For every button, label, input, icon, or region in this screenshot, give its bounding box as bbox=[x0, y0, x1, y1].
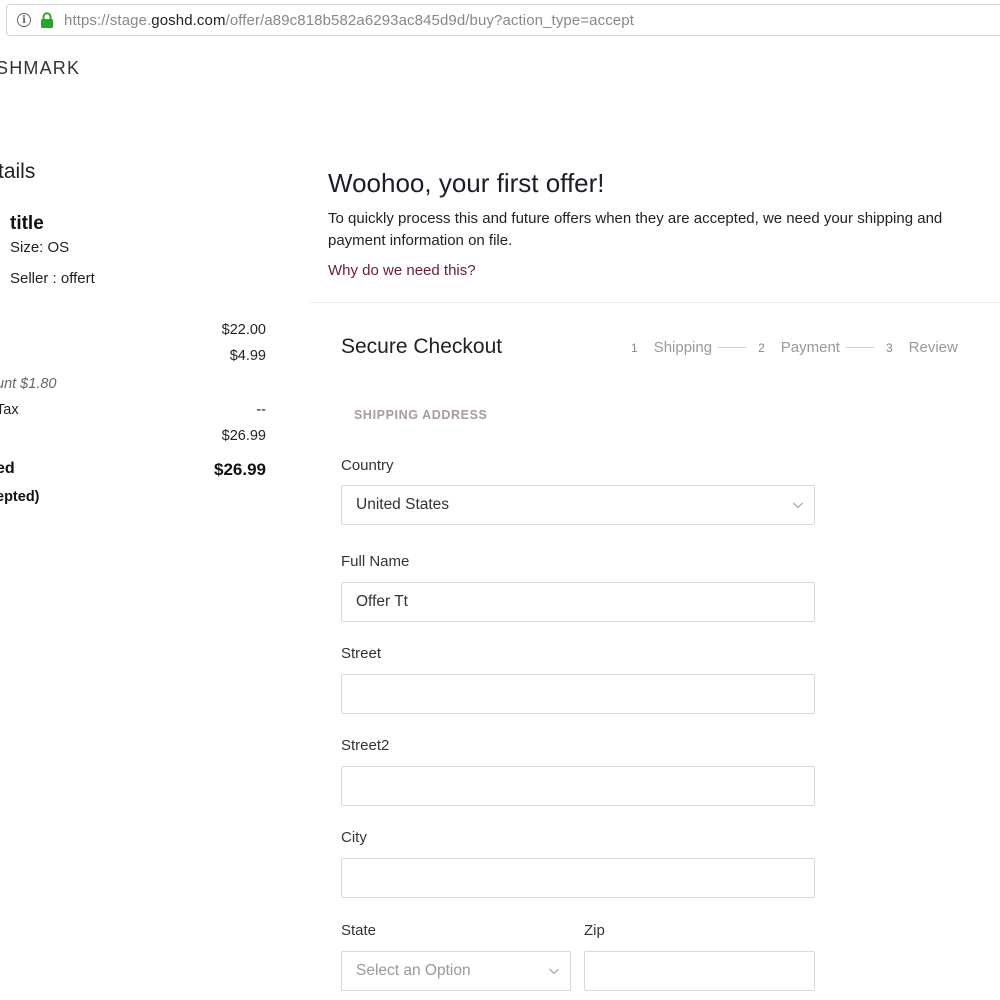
city-input[interactable] bbox=[341, 858, 815, 898]
summary-row-label: Tax bbox=[0, 402, 19, 418]
zip-input[interactable] bbox=[584, 951, 815, 991]
item-title: title bbox=[10, 213, 44, 234]
chevron-down-icon bbox=[549, 968, 559, 975]
summary-row-value: -- bbox=[256, 402, 266, 418]
step-number: 3 bbox=[885, 340, 893, 355]
city-label: City bbox=[341, 829, 367, 846]
street-input[interactable] bbox=[341, 674, 815, 714]
step-connector bbox=[718, 347, 747, 348]
summary-total-value: $26.99 bbox=[214, 460, 266, 479]
street-label: Street bbox=[341, 645, 382, 662]
step-review[interactable]: Review bbox=[909, 339, 958, 356]
step-shipping[interactable]: Shipping bbox=[654, 339, 712, 356]
zip-label: Zip bbox=[584, 922, 605, 939]
country-value: United States bbox=[356, 496, 450, 513]
street2-label: Street2 bbox=[341, 737, 390, 754]
country-select[interactable]: United States bbox=[341, 485, 815, 525]
summary-discount: unt $1.80 bbox=[0, 376, 57, 392]
checkout-steps: 1 Shipping 2 Payment 3 Review bbox=[631, 339, 958, 356]
page-title: Woohoo, your first offer! bbox=[328, 168, 605, 198]
section-divider bbox=[310, 302, 1000, 303]
state-select[interactable]: Select an Option bbox=[341, 951, 571, 991]
summary-row-price: $22.00 bbox=[0, 322, 266, 338]
summary-row-tax: Tax -- bbox=[0, 402, 266, 418]
shipping-address-heading: SHIPPING ADDRESS bbox=[354, 408, 488, 422]
street2-input[interactable] bbox=[341, 766, 815, 806]
summary-row-shipping: $4.99 bbox=[0, 348, 266, 364]
item-size: Size: OS bbox=[10, 239, 70, 256]
summary-row-value: $4.99 bbox=[229, 348, 266, 364]
summary-row-subtotal: $26.99 bbox=[0, 428, 266, 444]
summary-row-value: $26.99 bbox=[221, 428, 266, 444]
intro-text: To quickly process this and future offer… bbox=[328, 210, 943, 249]
checkout-title: Secure Checkout bbox=[341, 335, 503, 358]
item-seller: Seller : offert bbox=[10, 270, 95, 287]
state-label: State bbox=[341, 922, 377, 939]
step-number: 1 bbox=[631, 340, 638, 355]
full-name-input[interactable] bbox=[341, 582, 815, 622]
summary-total-label: ed bbox=[0, 460, 15, 477]
summary-heading: tails bbox=[0, 160, 36, 183]
country-label: Country bbox=[341, 457, 394, 474]
step-connector bbox=[845, 347, 874, 348]
summary-row-value: $22.00 bbox=[221, 322, 266, 338]
step-payment[interactable]: Payment bbox=[781, 339, 840, 356]
state-placeholder: Select an Option bbox=[356, 962, 471, 979]
order-summary: tails title Size: OS Seller : offert $22… bbox=[0, 0, 300, 1000]
why-link[interactable]: Why do we need this? bbox=[328, 262, 476, 279]
summary-accepted-note: epted) bbox=[0, 489, 40, 505]
step-number: 2 bbox=[758, 340, 765, 355]
summary-total-row: ed $26.99 bbox=[0, 460, 266, 480]
chevron-down-icon bbox=[793, 502, 803, 509]
full-name-label: Full Name bbox=[341, 553, 410, 570]
